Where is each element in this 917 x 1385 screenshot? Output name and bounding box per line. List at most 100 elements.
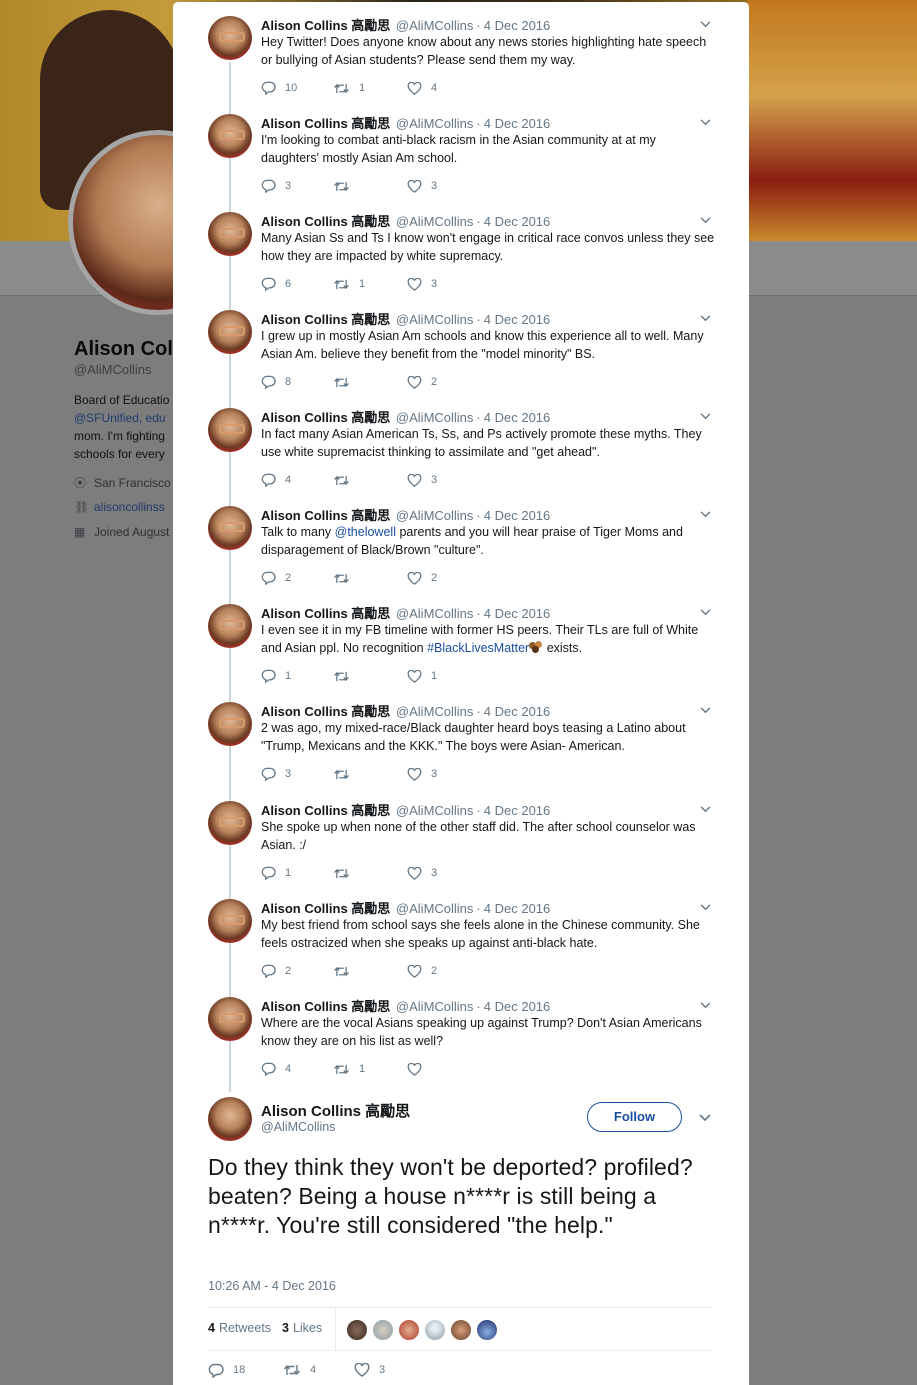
chevron-down-icon[interactable] — [698, 606, 712, 620]
like-button[interactable]: 3 — [407, 276, 437, 292]
chevron-down-icon[interactable] — [698, 704, 712, 718]
tweet-avatar[interactable] — [208, 16, 252, 60]
tweet-author-handle[interactable]: @AliMCollins — [396, 18, 474, 33]
tweet-date[interactable]: 4 Dec 2016 — [484, 312, 551, 327]
tweet-author-name[interactable]: Alison Collins 高勵思 — [261, 901, 390, 916]
likes-stat[interactable]: 3 Likes — [282, 1321, 322, 1335]
tweet-author-handle[interactable]: @AliMCollins — [396, 312, 474, 327]
retweet-button[interactable] — [333, 178, 359, 194]
like-button[interactable]: 2 — [407, 374, 437, 390]
reply-button[interactable]: 2 — [261, 963, 291, 979]
chevron-down-icon[interactable] — [698, 116, 712, 130]
like-button[interactable] — [407, 1061, 431, 1077]
tweet-avatar[interactable] — [208, 310, 252, 354]
tweet-author-handle[interactable]: @AliMCollins — [396, 508, 474, 523]
reply-button[interactable]: 3 — [261, 766, 291, 782]
retweet-button[interactable] — [333, 766, 359, 782]
tweet-author-handle[interactable]: @AliMCollins — [396, 901, 474, 916]
tweet-author-name[interactable]: Alison Collins 高勵思 — [261, 508, 390, 523]
tweet-avatar[interactable] — [208, 899, 252, 943]
tweet-author-handle[interactable]: @AliMCollins — [396, 214, 474, 229]
tweet-author-handle[interactable]: @AliMCollins — [396, 116, 474, 131]
reply-button[interactable]: 4 — [261, 1061, 291, 1077]
tweet-avatar[interactable] — [208, 408, 252, 452]
thread-tweet[interactable]: Alison Collins 高勵思 @AliMCollins · 4 Dec 20… — [173, 688, 749, 786]
like-button[interactable]: 3 — [407, 766, 437, 782]
retweet-button[interactable] — [333, 472, 359, 488]
thread-tweet[interactable]: Alison Collins 高勵思 @AliMCollins · 4 Dec 20… — [173, 983, 749, 1081]
chevron-down-icon[interactable] — [698, 1112, 712, 1126]
retweet-button[interactable] — [333, 570, 359, 586]
tweet-author-handle[interactable]: @AliMCollins — [396, 999, 474, 1014]
thread-tweet[interactable]: Alison Collins 高勵思 @AliMCollins · 4 Dec 20… — [173, 100, 749, 198]
tweet-avatar[interactable] — [208, 997, 252, 1041]
thread-tweet[interactable]: Alison Collins 高勵思 @AliMCollins · 4 Dec 20… — [173, 198, 749, 296]
liker-avatar[interactable] — [424, 1319, 446, 1341]
mention-link[interactable]: @thelowell — [335, 525, 396, 539]
reply-button[interactable]: 6 — [261, 276, 291, 292]
tweet-author-name[interactable]: Alison Collins 高勵思 — [261, 606, 390, 621]
chevron-down-icon[interactable] — [698, 214, 712, 228]
tweet-date[interactable]: 4 Dec 2016 — [484, 508, 551, 523]
follow-button[interactable]: Follow — [587, 1102, 682, 1132]
retweet-button[interactable] — [333, 865, 359, 881]
tweet-avatar[interactable] — [208, 604, 252, 648]
thread-tweet[interactable]: Alison Collins 高勵思 @AliMCollins · 4 Dec 20… — [173, 885, 749, 983]
main-tweet-author-name[interactable]: Alison Collins 高勵思 — [261, 1100, 410, 1121]
tweet-avatar[interactable] — [208, 114, 252, 158]
chevron-down-icon[interactable] — [698, 410, 712, 424]
tweet-author-handle[interactable]: @AliMCollins — [396, 704, 474, 719]
reply-button[interactable]: 1 — [261, 865, 291, 881]
reply-button[interactable]: 2 — [261, 570, 291, 586]
thread-tweet[interactable]: Alison Collins 高勵思 @AliMCollins · 4 Dec 20… — [173, 590, 749, 688]
tweet-author-name[interactable]: Alison Collins 高勵思 — [261, 116, 390, 131]
tweet-date[interactable]: 4 Dec 2016 — [484, 214, 551, 229]
tweet-date[interactable]: 4 Dec 2016 — [484, 606, 551, 621]
tweet-author-name[interactable]: Alison Collins 高勵思 — [261, 704, 390, 719]
tweet-author-handle[interactable]: @AliMCollins — [396, 606, 474, 621]
like-button[interactable]: 3 — [407, 178, 437, 194]
chevron-down-icon[interactable] — [698, 999, 712, 1013]
like-button[interactable]: 4 — [407, 80, 437, 96]
tweet-avatar[interactable] — [208, 212, 252, 256]
tweet-author-name[interactable]: Alison Collins 高勵思 — [261, 803, 390, 818]
reply-button[interactable]: 8 — [261, 374, 291, 390]
thread-tweet[interactable]: Alison Collins 高勵思 @AliMCollins · 4 Dec 20… — [173, 787, 749, 885]
liker-avatar[interactable] — [476, 1319, 498, 1341]
chevron-down-icon[interactable] — [698, 508, 712, 522]
retweet-button[interactable]: 1 — [333, 276, 365, 292]
tweet-avatar[interactable] — [208, 702, 252, 746]
liker-avatar[interactable] — [372, 1319, 394, 1341]
website-link[interactable]: alisoncollinss — [94, 500, 165, 514]
tweet-avatar[interactable] — [208, 801, 252, 845]
thread-tweet[interactable]: Alison Collins 高勵思 @AliMCollins · 4 Dec 20… — [173, 296, 749, 394]
like-button[interactable]: 3 — [354, 1362, 385, 1378]
tweet-date[interactable]: 4 Dec 2016 — [484, 704, 551, 719]
chevron-down-icon[interactable] — [698, 803, 712, 817]
main-tweet-author-handle[interactable]: @AliMCollins — [261, 1120, 336, 1134]
main-tweet-avatar[interactable] — [208, 1097, 252, 1141]
retweet-button[interactable]: 1 — [333, 1061, 365, 1077]
reply-button[interactable]: 4 — [261, 472, 291, 488]
tweet-date[interactable]: 4 Dec 2016 — [484, 410, 551, 425]
tweet-author-name[interactable]: Alison Collins 高勵思 — [261, 312, 390, 327]
hashtag-link[interactable]: #BlackLivesMatter — [427, 641, 529, 655]
liker-avatar[interactable] — [398, 1319, 420, 1341]
retweet-button[interactable]: 4 — [283, 1362, 316, 1378]
chevron-down-icon[interactable] — [698, 901, 712, 915]
like-button[interactable]: 3 — [407, 472, 437, 488]
thread-tweet[interactable]: Alison Collins 高勵思 @AliMCollins · 4 Dec 20… — [173, 492, 749, 590]
main-tweet-timestamp[interactable]: 10:26 AM - 4 Dec 2016 — [208, 1279, 336, 1293]
profile-website[interactable]: ⛓ alisoncollinss — [74, 500, 174, 514]
retweet-button[interactable] — [333, 374, 359, 390]
liker-avatar[interactable] — [450, 1319, 472, 1341]
reply-button[interactable]: 18 — [208, 1362, 245, 1378]
tweet-author-handle[interactable]: @AliMCollins — [396, 410, 474, 425]
bio-line-link[interactable]: @SFUnified, edu — [74, 409, 174, 427]
tweet-date[interactable]: 4 Dec 2016 — [484, 901, 551, 916]
tweet-date[interactable]: 4 Dec 2016 — [484, 116, 551, 131]
tweet-date[interactable]: 4 Dec 2016 — [484, 803, 551, 818]
tweet-avatar[interactable] — [208, 506, 252, 550]
like-button[interactable]: 2 — [407, 570, 437, 586]
like-button[interactable]: 3 — [407, 865, 437, 881]
